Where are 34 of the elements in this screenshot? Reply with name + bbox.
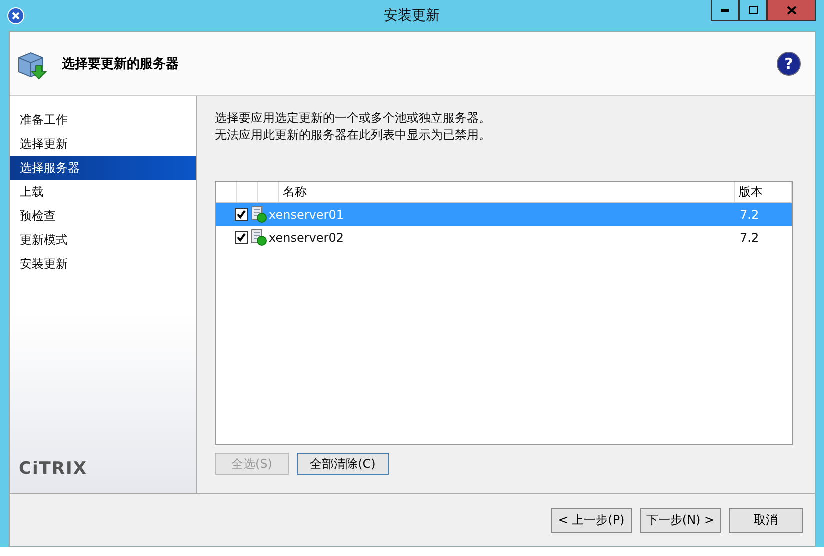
wizard-step[interactable]: 更新模式 [10,228,196,252]
wizard-step[interactable]: 安装更新 [10,252,196,276]
maximize-icon [748,6,758,14]
checkbox[interactable] [235,208,248,221]
instruction-text: 选择要应用选定更新的一个或多个池或独立服务器。 [215,110,492,127]
version-text: 7.2 [739,208,760,222]
clear-all-button[interactable]: 全部清除(C) [297,453,389,475]
wizard-step[interactable]: 上载 [10,180,196,204]
minimize-button[interactable] [711,0,739,21]
help-button[interactable]: ? [777,52,801,76]
column-header[interactable]: 版本 [735,182,792,202]
close-icon [786,6,796,14]
version-text: 7.2 [739,230,760,244]
wizard-step[interactable]: 准备工作 [10,108,196,132]
instruction-text: 无法应用此更新的服务器在此列表中显示为已禁用。 [215,127,492,144]
wizard-step[interactable]: 选择服务器 [10,156,196,180]
app-icon [7,6,25,24]
maximize-button[interactable] [739,0,767,21]
window-title: 安装更新 [383,6,441,24]
checkbox[interactable] [235,231,248,244]
server-icon [251,229,267,246]
minimize-icon [721,8,729,12]
wizard-step[interactable]: 预检查 [10,204,196,228]
next-button[interactable]: 下一步(N) > [640,508,721,532]
cancel-button[interactable]: 取消 [729,508,803,532]
back-button[interactable]: < 上一步(P) [551,508,632,532]
server-name: xenserver01 [268,208,345,222]
logo: CiTRIX [19,459,88,479]
wizard-step[interactable]: 选择更新 [10,132,196,156]
page-title: 选择要更新的服务器 [62,56,180,72]
close-button[interactable] [767,0,816,21]
server-icon [251,206,267,223]
server-name: xenserver02 [268,230,345,244]
column-header[interactable]: 名称 [279,182,735,202]
